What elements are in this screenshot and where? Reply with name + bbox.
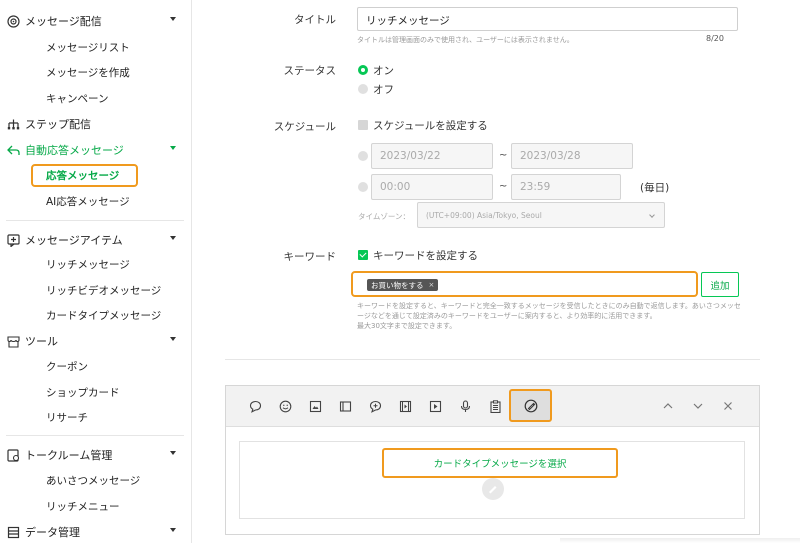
sidebar-section-label: メッセージ配信	[25, 15, 102, 28]
message-item-icon	[6, 233, 20, 247]
play-icon[interactable]	[428, 399, 442, 413]
keyword-hint-text: キーワードを設定すると、キーワードと完全一致するメッセージを受信したときにのみ自…	[357, 302, 741, 320]
sidebar-section-chat-room[interactable]: トークルーム管理	[6, 444, 184, 466]
time-from-input[interactable]: 00:00	[371, 174, 493, 200]
sidebar-item-card-type[interactable]: カードタイプメッセージ	[46, 305, 161, 325]
mic-icon[interactable]	[458, 399, 472, 413]
bottom-edge	[560, 538, 800, 543]
keyword-label: キーワード	[283, 251, 337, 263]
sidebar-divider	[6, 435, 184, 436]
date-range-radio[interactable]	[358, 151, 368, 161]
reply-icon	[6, 143, 20, 157]
sidebar-item-greeting[interactable]: あいさつメッセージ	[46, 470, 140, 490]
schedule-label: スケジュール	[273, 121, 336, 133]
sidebar-section-auto-reply[interactable]: 自動応答メッセージ	[6, 139, 184, 161]
chevron-up-icon[interactable]	[661, 399, 675, 413]
status-off-label: オフ	[373, 84, 394, 96]
schedule-checkbox[interactable]	[358, 120, 368, 130]
schedule-check-label: スケジュールを設定する	[373, 120, 488, 132]
sidebar-divider	[6, 220, 184, 221]
sidebar-item-shop-card[interactable]: ショップカード	[46, 382, 120, 402]
sidebar-section-label: メッセージアイテム	[25, 234, 123, 247]
emoji-icon[interactable]	[278, 399, 292, 413]
app-root: メッセージ配信 メッセージリスト メッセージを作成 キャンペーン ステップ配信 …	[0, 0, 800, 543]
sidebar-item-message-list[interactable]: メッセージリスト	[46, 37, 130, 57]
chevron-down-icon	[649, 212, 655, 218]
editor-toolbar	[226, 386, 759, 427]
sidebar-item-research[interactable]: リサーチ	[46, 407, 88, 427]
chevron-down-icon	[170, 528, 176, 532]
sidebar-item-create-message[interactable]: メッセージを作成	[46, 62, 130, 82]
title-counter: 8/20	[706, 34, 724, 43]
select-card-type-button[interactable]: カードタイプメッセージを選択	[382, 448, 618, 478]
card-placeholder-icon	[481, 477, 505, 505]
broadcast-icon	[6, 14, 20, 28]
sidebar-item-ai-response[interactable]: AI応答メッセージ	[46, 191, 130, 211]
keyword-check-label: キーワードを設定する	[373, 250, 478, 262]
sidebar-section-step[interactable]: ステップ配信	[6, 113, 184, 135]
data-icon	[6, 525, 20, 539]
sidebar-item-campaign[interactable]: キャンペーン	[46, 88, 108, 108]
hierarchy-icon	[6, 117, 20, 131]
sidebar-section-label: ツール	[25, 335, 58, 348]
keyword-input[interactable]: お買い物をする ×	[351, 271, 698, 297]
sidebar-section-label: データ管理	[25, 526, 80, 539]
sidebar-item-rich-menu[interactable]: リッチメニュー	[46, 496, 120, 516]
date-to-input[interactable]: 2023/03/28	[511, 143, 633, 169]
clipboard-icon[interactable]	[488, 399, 502, 413]
chevron-down-icon	[170, 236, 176, 240]
chevron-down-icon	[170, 451, 176, 455]
chat-settings-icon	[6, 448, 20, 462]
time-range-radio[interactable]	[358, 182, 368, 192]
status-on-label: オン	[373, 65, 394, 77]
close-icon[interactable]: ×	[429, 281, 435, 289]
video-frame-icon[interactable]	[398, 399, 412, 413]
sidebar-item-coupon[interactable]: クーポン	[46, 356, 88, 376]
sidebar-section-label: ステップ配信	[25, 118, 91, 131]
daily-label: (毎日)	[640, 182, 670, 194]
image-icon[interactable]	[308, 399, 322, 413]
sidebar-section-label: トークルーム管理	[25, 449, 113, 462]
keyword-hint: キーワードを設定すると、キーワードと完全一致するメッセージを受信したときにのみ自…	[357, 301, 742, 331]
timezone-value: (UTC+09:00) Asia/Tokyo, Seoul	[426, 211, 542, 220]
keyword-checkbox[interactable]	[358, 250, 368, 260]
sidebar-border	[191, 0, 192, 543]
keyword-tag: お買い物をする ×	[367, 279, 439, 291]
sidebar-item-rich-video[interactable]: リッチビデオメッセージ	[46, 280, 161, 300]
store-icon	[6, 334, 20, 348]
chevron-down-icon	[170, 146, 176, 150]
add-keyword-button[interactable]: 追加	[701, 272, 739, 297]
sidebar-section-data[interactable]: データ管理	[6, 521, 184, 543]
timezone-select[interactable]: (UTC+09:00) Asia/Tokyo, Seoul	[417, 202, 665, 228]
card-icon[interactable]	[338, 399, 352, 413]
status-on-radio[interactable]	[358, 65, 368, 75]
chevron-down-icon	[170, 17, 176, 21]
sidebar-item-response-message[interactable]: 応答メッセージ	[31, 164, 138, 187]
text-bubble-icon[interactable]	[248, 399, 262, 413]
timezone-label: タイムゾーン：	[358, 212, 410, 221]
close-icon[interactable]	[721, 399, 735, 413]
section-divider	[225, 359, 760, 360]
keyword-limit-text: 最大30文字まで設定できます。	[357, 322, 457, 330]
keyword-tag-label: お買い物をする	[371, 280, 424, 290]
time-to-input[interactable]: 23:59	[511, 174, 621, 200]
status-label: ステータス	[283, 65, 337, 77]
status-off-radio[interactable]	[358, 84, 368, 94]
sidebar: メッセージ配信 メッセージリスト メッセージを作成 キャンペーン ステップ配信 …	[0, 0, 191, 543]
title-hint: タイトルは管理画面のみで使用され、ユーザーには表示されません。	[357, 36, 574, 44]
date-from-input[interactable]: 2023/03/22	[371, 143, 493, 169]
title-input[interactable]: リッチメッセージ	[357, 7, 738, 31]
coupon-icon[interactable]	[368, 399, 382, 413]
sidebar-section-label: 自動応答メッセージ	[25, 144, 124, 157]
date-tilde: ~	[499, 150, 508, 161]
time-tilde: ~	[499, 181, 508, 192]
sidebar-item-rich-message[interactable]: リッチメッセージ	[46, 254, 130, 274]
sidebar-section-message-items[interactable]: メッセージアイテム	[6, 229, 184, 251]
sidebar-section-broadcast[interactable]: メッセージ配信	[6, 10, 184, 32]
title-label: タイトル	[294, 14, 336, 26]
chevron-down-icon	[170, 337, 176, 341]
chevron-down-icon[interactable]	[691, 399, 705, 413]
sidebar-section-tools[interactable]: ツール	[6, 330, 184, 352]
card-type-icon[interactable]	[524, 399, 538, 413]
